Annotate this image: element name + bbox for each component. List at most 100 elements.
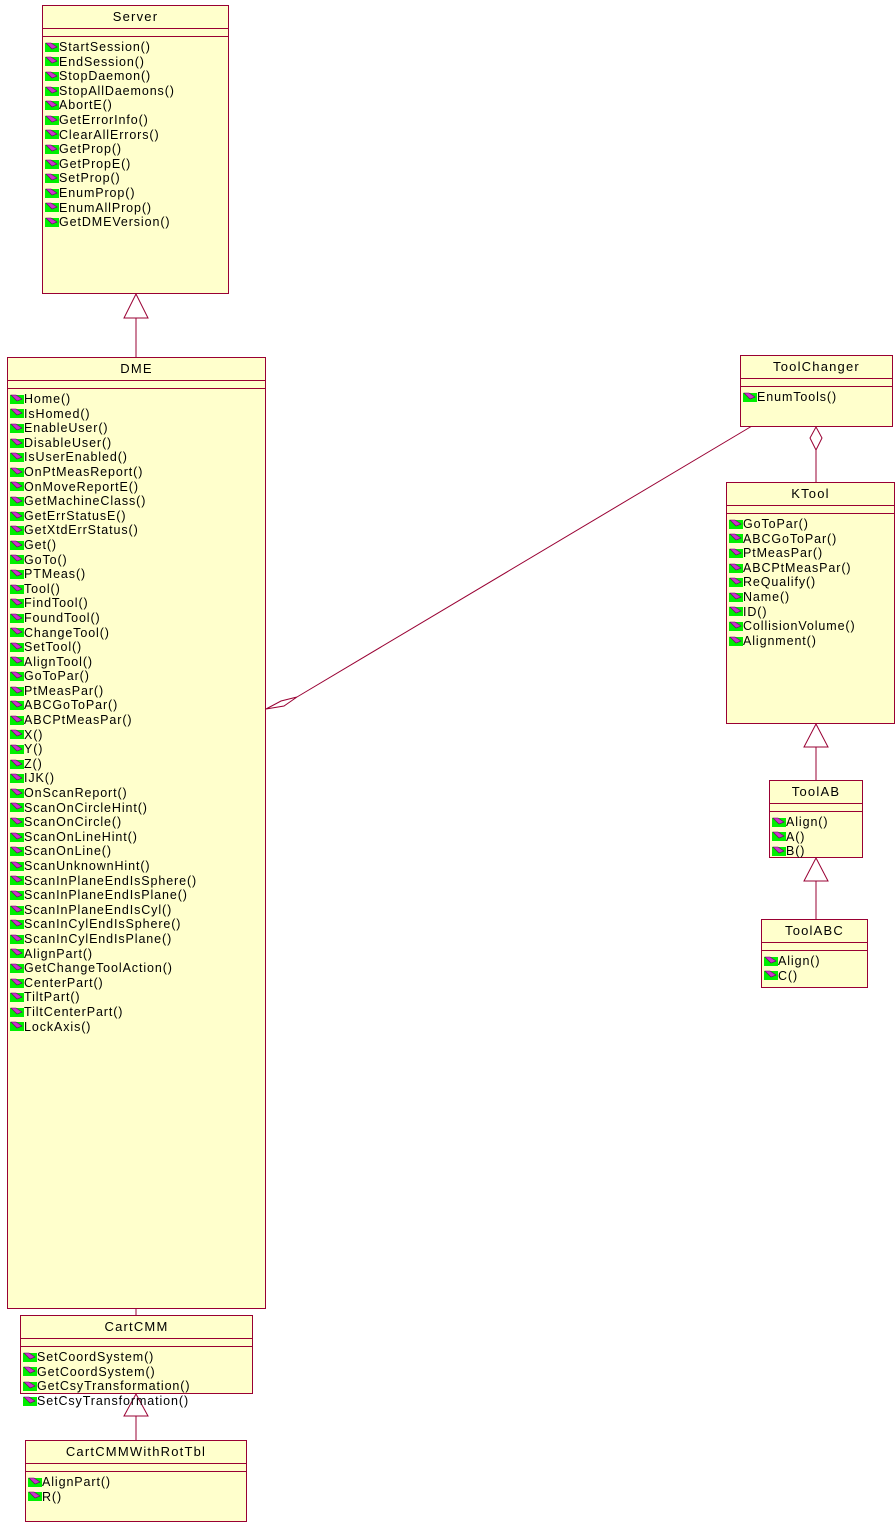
public-operation-icon [10,642,24,652]
operation-label: GetErrStatusE() [24,508,127,523]
class-cartcmm[interactable]: CartCMM SetCoordSystem() GetCoordSystem()… [20,1315,253,1408]
operation-item: ChangeTool() [10,626,265,641]
operation-label: A() [786,829,806,844]
operation-item: ScanUnknownHint() [10,859,265,874]
operation-item: ScanInPlaneEndIsPlane() [10,888,265,903]
operation-label: GetChangeToolAction() [24,961,173,976]
public-operation-icon [10,919,24,930]
operation-item: AbortE() [45,98,228,113]
class-ktool[interactable]: KTool GoToPar() ABCGoToPar() PtMeasPar() AB… [726,482,895,724]
operations-list: Home() IsHomed() EnableUser() DisableUser()… [8,389,265,1034]
public-operation-icon [23,1396,37,1406]
operation-item: FoundTool() [10,611,265,626]
operation-label: GetCsyTransformation() [37,1379,191,1394]
operation-item: ScanInPlaneEndIsCyl() [10,903,265,918]
operation-item: ScanOnLineHint() [10,830,265,845]
public-operation-icon [10,394,24,404]
class-dme[interactable]: DME Home() IsHomed() EnableUser() DisableUs… [7,357,266,1309]
operation-item: Home() [10,392,265,407]
operation-item: AlignTool() [10,655,265,670]
operation-item: Y() [10,742,265,757]
operations-list: StartSession() EndSession() StopDaemon() St… [43,37,228,230]
class-server[interactable]: Server StartSession() EndSession() StopDae… [42,5,229,294]
operation-label: CenterPart() [24,975,104,990]
operation-item: CenterPart() [10,976,265,991]
public-operation-icon [10,978,24,988]
operation-label: PtMeasPar() [743,546,824,561]
operation-label: ReQualify() [743,575,817,590]
public-operation-icon [10,934,24,944]
public-operation-icon [10,598,24,609]
public-operation-icon [772,846,786,856]
operation-label: AlignTool() [24,654,93,669]
public-operation-icon [10,803,24,813]
operation-label: StopAllDaemons() [59,83,175,98]
operation-item: Align() [772,815,862,830]
operation-item: EnumProp() [45,186,228,201]
operation-label: StopDaemon() [59,69,152,84]
operation-item: Name() [729,590,894,605]
public-operation-icon [10,876,24,886]
public-operation-icon [10,963,24,973]
operation-item: GetChangeToolAction() [10,961,265,976]
operation-item: GetMachineClass() [10,494,265,509]
operation-item: StopAllDaemons() [45,84,228,99]
operations-list: Align() C() [762,951,867,983]
operation-label: ABCGoToPar() [743,531,838,546]
operation-label: GetPropE() [59,156,132,171]
operation-label: EnumTools() [757,390,838,404]
operation-item: ScanOnCircleHint() [10,801,265,816]
operation-label: SetTool() [24,640,83,655]
public-operation-icon [10,613,24,623]
class-toolabc[interactable]: ToolABC Align() C() [761,919,868,988]
operation-label: GetDMEVersion() [59,215,171,230]
operation-label: Name() [743,589,791,604]
operation-item: PtMeasPar() [10,684,265,699]
operation-label: Alignment() [743,633,817,648]
operation-item: Alignment() [729,634,894,649]
public-operation-icon [10,423,24,433]
operation-label: LockAxis() [24,1019,92,1034]
operation-item: Z() [10,757,265,772]
operation-label: OnPtMeasReport() [24,464,144,479]
operation-label: ScanInPlaneEndIsCyl() [24,902,173,917]
public-operation-icon [764,971,778,981]
operation-item: StopDaemon() [45,69,228,84]
operation-label: Home() [24,392,72,406]
operations-list: GoToPar() ABCGoToPar() PtMeasPar() ABCPtMea… [727,514,894,648]
attributes-compartment [8,381,265,389]
public-operation-icon [45,100,59,111]
operation-item: OnMoveReportE() [10,480,265,495]
operation-item: ABCGoToPar() [10,698,265,713]
class-cartcmm-with-rottbl[interactable]: CartCMMWithRotTbl AlignPart() R() [25,1440,247,1522]
operation-item: SetProp() [45,171,228,186]
operation-label: FindTool() [24,596,89,611]
public-operation-icon [45,57,59,67]
operation-item: OnPtMeasReport() [10,465,265,480]
attributes-compartment [26,1464,246,1472]
operation-label: Z() [24,756,43,771]
class-toolchanger[interactable]: ToolChanger EnumTools() [740,355,893,427]
operation-label: IsUserEnabled() [24,450,128,465]
operation-item: LockAxis() [10,1020,265,1035]
public-operation-icon [10,905,24,915]
public-operation-icon [10,715,24,725]
public-operation-icon [23,1381,37,1391]
aggregation-diamond-dme [265,696,298,710]
class-name: DME [8,358,265,381]
operation-item: ReQualify() [729,575,894,590]
operations-list: Align() A() B() [770,812,862,859]
public-operation-icon [772,817,786,827]
operation-item: Get() [10,538,265,553]
public-operation-icon [23,1352,37,1362]
public-operation-icon [28,1477,42,1487]
operation-item: A() [772,830,862,845]
class-toolab[interactable]: ToolAB Align() A() B() [769,780,863,858]
operation-label: ChangeTool() [24,625,110,640]
public-operation-icon [729,563,743,573]
operation-label: EnumProp() [59,185,136,200]
class-name: Server [43,6,228,29]
operation-item: CollisionVolume() [729,619,894,634]
public-operation-icon [10,540,24,550]
operation-item: GetErrorInfo() [45,113,228,128]
